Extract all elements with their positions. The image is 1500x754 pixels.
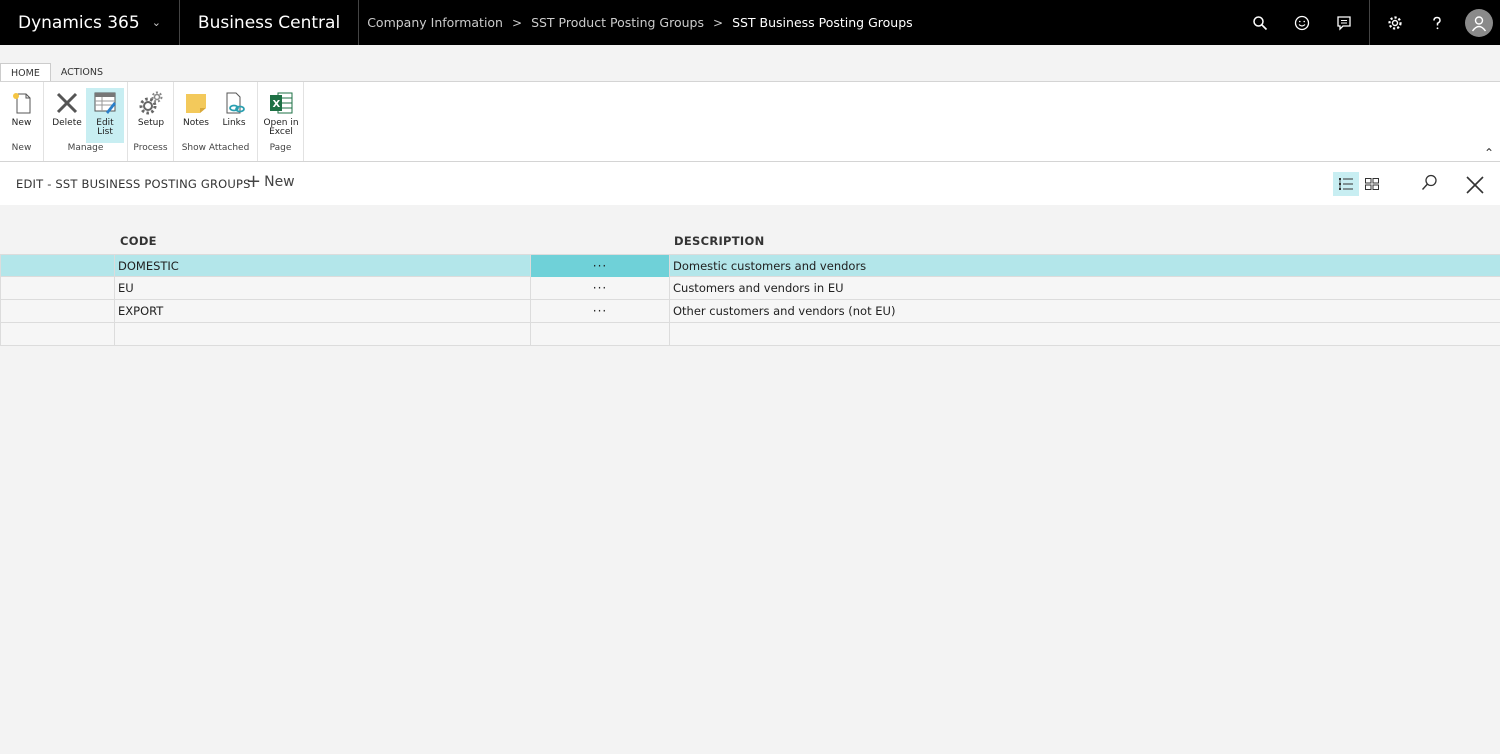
gear-icon[interactable] [1374,0,1416,45]
ribbon: New New Delete Edit List Manage Setup Pr… [0,81,1500,162]
row-selector[interactable] [0,255,115,278]
close-icon[interactable] [1466,176,1484,198]
ribbon-tabs: HOME ACTIONS [0,63,113,82]
svg-text:X: X [273,99,281,110]
list-view-icon[interactable] [1333,172,1359,196]
group-label-manage: Manage [67,143,104,153]
chevron-right-icon: > [713,15,724,30]
code-cell[interactable]: EU [115,277,531,300]
product-name: Dynamics 365 [18,12,140,33]
page-title: EDIT - SST BUSINESS POSTING GROUPS [16,177,251,191]
group-label-process: Process [133,143,168,153]
excel-label-2: Excel [269,127,293,137]
collapse-ribbon-icon[interactable]: ⌃ [1484,146,1494,160]
plus-icon: + [246,171,262,192]
gears-icon [139,91,163,115]
group-label-page: Page [269,143,292,153]
row-menu-cell-empty [531,323,670,346]
group-label-new: New [11,143,32,153]
new-document-icon [12,93,30,114]
ribbon-group-new: New New [0,82,44,161]
links-icon [226,92,245,114]
table-row[interactable]: DOMESTIC ··· Domestic customers and vend… [0,254,1500,278]
top-right-icons [1239,0,1500,45]
row-selector[interactable] [0,300,115,323]
notes-button[interactable]: Notes [177,88,215,143]
page-header: EDIT - SST BUSINESS POSTING GROUPS + New [0,162,1500,205]
table-row[interactable]: EXPORT ··· Other customers and vendors (… [0,300,1500,323]
records-grid: CODE DESCRIPTION DOMESTIC ··· Domestic c… [0,226,1500,346]
edit-list-label-2: List [97,127,113,137]
tab-actions[interactable]: ACTIONS [51,63,113,82]
empty-new-row[interactable] [0,323,1500,346]
column-header-code[interactable]: CODE [120,234,157,248]
help-icon[interactable] [1416,0,1458,45]
description-cell[interactable]: Domestic customers and vendors [670,255,1500,278]
setup-button[interactable]: Setup [132,88,170,143]
avatar [1465,8,1493,37]
notes-icon [186,94,206,113]
row-menu-button[interactable]: ··· [531,255,670,278]
new-record-label: New [264,174,295,190]
code-cell-empty[interactable] [115,323,531,346]
smiley-feedback-icon[interactable] [1281,0,1323,45]
chevron-right-icon: > [512,15,523,30]
delete-button-label: Delete [52,118,82,128]
view-toggle [1333,172,1385,196]
breadcrumb: Company Information > SST Product Postin… [359,15,912,30]
edit-list-icon [94,92,116,114]
code-cell[interactable]: EXPORT [115,300,531,323]
excel-icon: X [270,92,293,114]
divider [1369,0,1370,45]
chevron-down-icon: ⌄ [151,16,161,29]
ribbon-group-page: X Open in Excel Page [258,82,304,161]
row-selector[interactable] [0,323,115,346]
description-cell-empty[interactable] [670,323,1500,346]
notes-button-label: Notes [183,118,209,128]
breadcrumb-item-company-information[interactable]: Company Information [367,15,503,30]
ribbon-group-process: Setup Process [128,82,174,161]
top-navigation-bar: Dynamics 365 ⌄ Business Central Company … [0,0,1500,45]
grid-header: CODE DESCRIPTION [0,226,1500,254]
ribbon-group-manage: Delete Edit List Manage [44,82,128,161]
column-header-description[interactable]: DESCRIPTION [674,234,765,248]
tile-view-icon[interactable] [1359,172,1385,196]
new-button-label: New [11,118,32,128]
page-search-icon[interactable] [1421,174,1438,195]
new-record-button[interactable]: + New [246,171,295,192]
description-cell[interactable]: Customers and vendors in EU [670,277,1500,300]
new-button[interactable]: New [0,88,43,143]
breadcrumb-current: SST Business Posting Groups [732,15,913,30]
code-cell[interactable]: DOMESTIC [115,255,531,278]
links-button-label: Links [222,118,246,128]
ribbon-group-show-attached: Notes Links Show Attached [174,82,258,161]
setup-button-label: Setup [137,118,165,128]
description-cell[interactable]: Other customers and vendors (not EU) [670,300,1500,323]
edit-list-button[interactable]: Edit List [86,88,124,143]
app-name[interactable]: Business Central [180,0,360,45]
delete-button[interactable]: Delete [48,88,86,143]
row-menu-button[interactable]: ··· [531,300,670,323]
row-selector[interactable] [0,277,115,300]
row-menu-button[interactable]: ··· [531,277,670,300]
tab-home[interactable]: HOME [0,63,51,82]
search-icon[interactable] [1239,0,1281,45]
open-in-excel-button[interactable]: X Open in Excel [262,88,300,143]
chat-icon[interactable] [1323,0,1365,45]
breadcrumb-item-product-posting-groups[interactable]: SST Product Posting Groups [531,15,704,30]
table-row[interactable]: EU ··· Customers and vendors in EU [0,277,1500,300]
group-label-show-attached: Show Attached [181,143,250,153]
user-avatar[interactable] [1458,0,1500,45]
links-button[interactable]: Links [215,88,253,143]
delete-x-icon [56,92,78,114]
product-switcher[interactable]: Dynamics 365 ⌄ [0,0,180,45]
